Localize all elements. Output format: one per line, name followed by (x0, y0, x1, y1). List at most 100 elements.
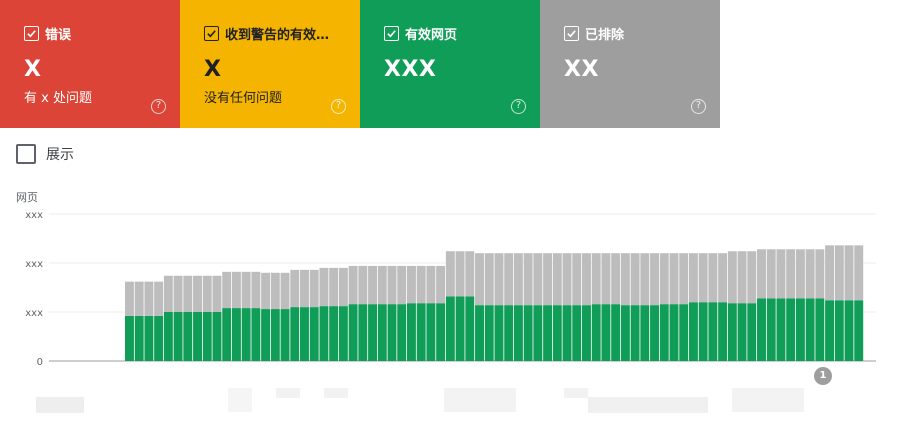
status-card-4[interactable]: 已排除 XX ? (540, 0, 720, 128)
bar-excluded (193, 275, 202, 312)
bar-valid (193, 312, 202, 361)
bar-excluded (416, 265, 426, 304)
bar-excluded (231, 271, 241, 309)
bar-excluded (241, 271, 251, 309)
bar-excluded (329, 267, 339, 307)
bar-excluded (825, 245, 835, 301)
bar-valid (300, 307, 309, 361)
bar-excluded (125, 281, 134, 316)
bar-valid (630, 305, 640, 361)
bar-excluded (523, 253, 533, 306)
bar-excluded (591, 253, 601, 305)
bar-valid (426, 303, 436, 361)
bar-valid (222, 308, 232, 361)
bar-valid (533, 305, 543, 361)
bar-valid (475, 305, 484, 361)
bar-valid (805, 298, 815, 361)
x-axis-label-redacted (732, 388, 804, 412)
bar-excluded (698, 253, 708, 303)
bar-valid (669, 304, 679, 361)
bar-valid (416, 303, 426, 361)
bar-valid (562, 305, 572, 361)
bar-excluded (727, 251, 737, 304)
bar-valid (825, 300, 835, 361)
card-header: 收到警告的有效… (204, 24, 329, 43)
bar-valid (368, 304, 378, 361)
x-axis-label-redacted (444, 388, 516, 412)
card-title: 错误 (45, 28, 72, 43)
bar-valid (231, 308, 241, 361)
bar-excluded (436, 265, 446, 304)
help-icon[interactable]: ? (691, 99, 706, 114)
bar-valid (436, 303, 446, 361)
y-tick-label: xxx (25, 210, 43, 221)
x-axis-label-redacted (36, 397, 84, 413)
bar-excluded (844, 245, 854, 301)
bar-excluded (465, 251, 475, 297)
status-card-1[interactable]: 错误 X 有 x 处问题 ? (0, 0, 180, 128)
impressions-checkbox-box[interactable] (16, 144, 36, 164)
bar-valid (183, 312, 193, 361)
bar-excluded (795, 249, 805, 299)
bar-excluded (533, 253, 543, 306)
bar-excluded (572, 253, 582, 306)
bar-excluded (406, 265, 416, 304)
card-header: 已排除 (564, 24, 624, 43)
bar-excluded (630, 253, 640, 306)
bar-valid (776, 298, 786, 361)
bar-excluded (338, 267, 348, 307)
bar-valid (552, 305, 562, 361)
card-checkbox-icon[interactable] (384, 26, 399, 41)
bar-valid (329, 306, 339, 361)
status-card-2[interactable]: 收到警告的有效… X 没有任何问题 ? (180, 0, 360, 128)
bar-excluded (475, 253, 484, 306)
help-icon[interactable]: ? (151, 99, 166, 114)
bar-excluded (766, 249, 776, 299)
bar-valid (348, 304, 358, 361)
bar-valid (144, 315, 154, 361)
bar-valid (270, 309, 280, 361)
bar-excluded (202, 275, 212, 312)
card-checkbox-icon[interactable] (204, 26, 219, 41)
impressions-checkbox[interactable]: 展示 (16, 144, 74, 164)
bar-valid (358, 304, 368, 361)
bar-valid (251, 308, 261, 361)
bar-valid (747, 303, 757, 361)
help-icon[interactable]: ? (331, 99, 346, 114)
bar-valid (338, 306, 348, 361)
bar-valid (465, 296, 475, 361)
card-subtitle: 没有任何问题 (204, 91, 283, 106)
bar-excluded (484, 253, 494, 306)
bar-excluded (377, 265, 387, 305)
bar-excluded (300, 269, 309, 308)
card-subtitle: 有 x 处问题 (24, 91, 92, 106)
bar-valid (523, 305, 533, 361)
bar-valid (786, 298, 796, 361)
annotation-marker[interactable]: 1 (814, 367, 832, 385)
bar-valid (309, 307, 319, 361)
card-checkbox-icon[interactable] (24, 26, 39, 41)
status-card-3[interactable]: 有效网页 XXX ? (360, 0, 540, 128)
y-tick-label: xxx (25, 259, 43, 270)
bar-valid (494, 305, 504, 361)
bar-valid (611, 304, 621, 361)
card-checkbox-icon[interactable] (564, 26, 579, 41)
y-tick-label: xxx (25, 308, 43, 319)
bar-excluded (688, 253, 698, 303)
bar-excluded (834, 245, 844, 301)
bar-excluded (163, 275, 173, 312)
bar-valid (582, 305, 591, 361)
bar-excluded (718, 253, 728, 303)
bar-excluded (280, 272, 290, 310)
bar-excluded (513, 253, 523, 306)
bar-valid (834, 300, 844, 361)
bar-excluded (659, 253, 669, 305)
bar-excluded (737, 251, 747, 304)
help-icon[interactable]: ? (511, 99, 526, 114)
bar-valid (163, 312, 173, 361)
bar-excluded (611, 253, 621, 305)
bar-valid (212, 312, 222, 361)
card-value: XX (564, 57, 599, 82)
bar-valid (261, 309, 271, 361)
bar-valid (387, 304, 397, 361)
